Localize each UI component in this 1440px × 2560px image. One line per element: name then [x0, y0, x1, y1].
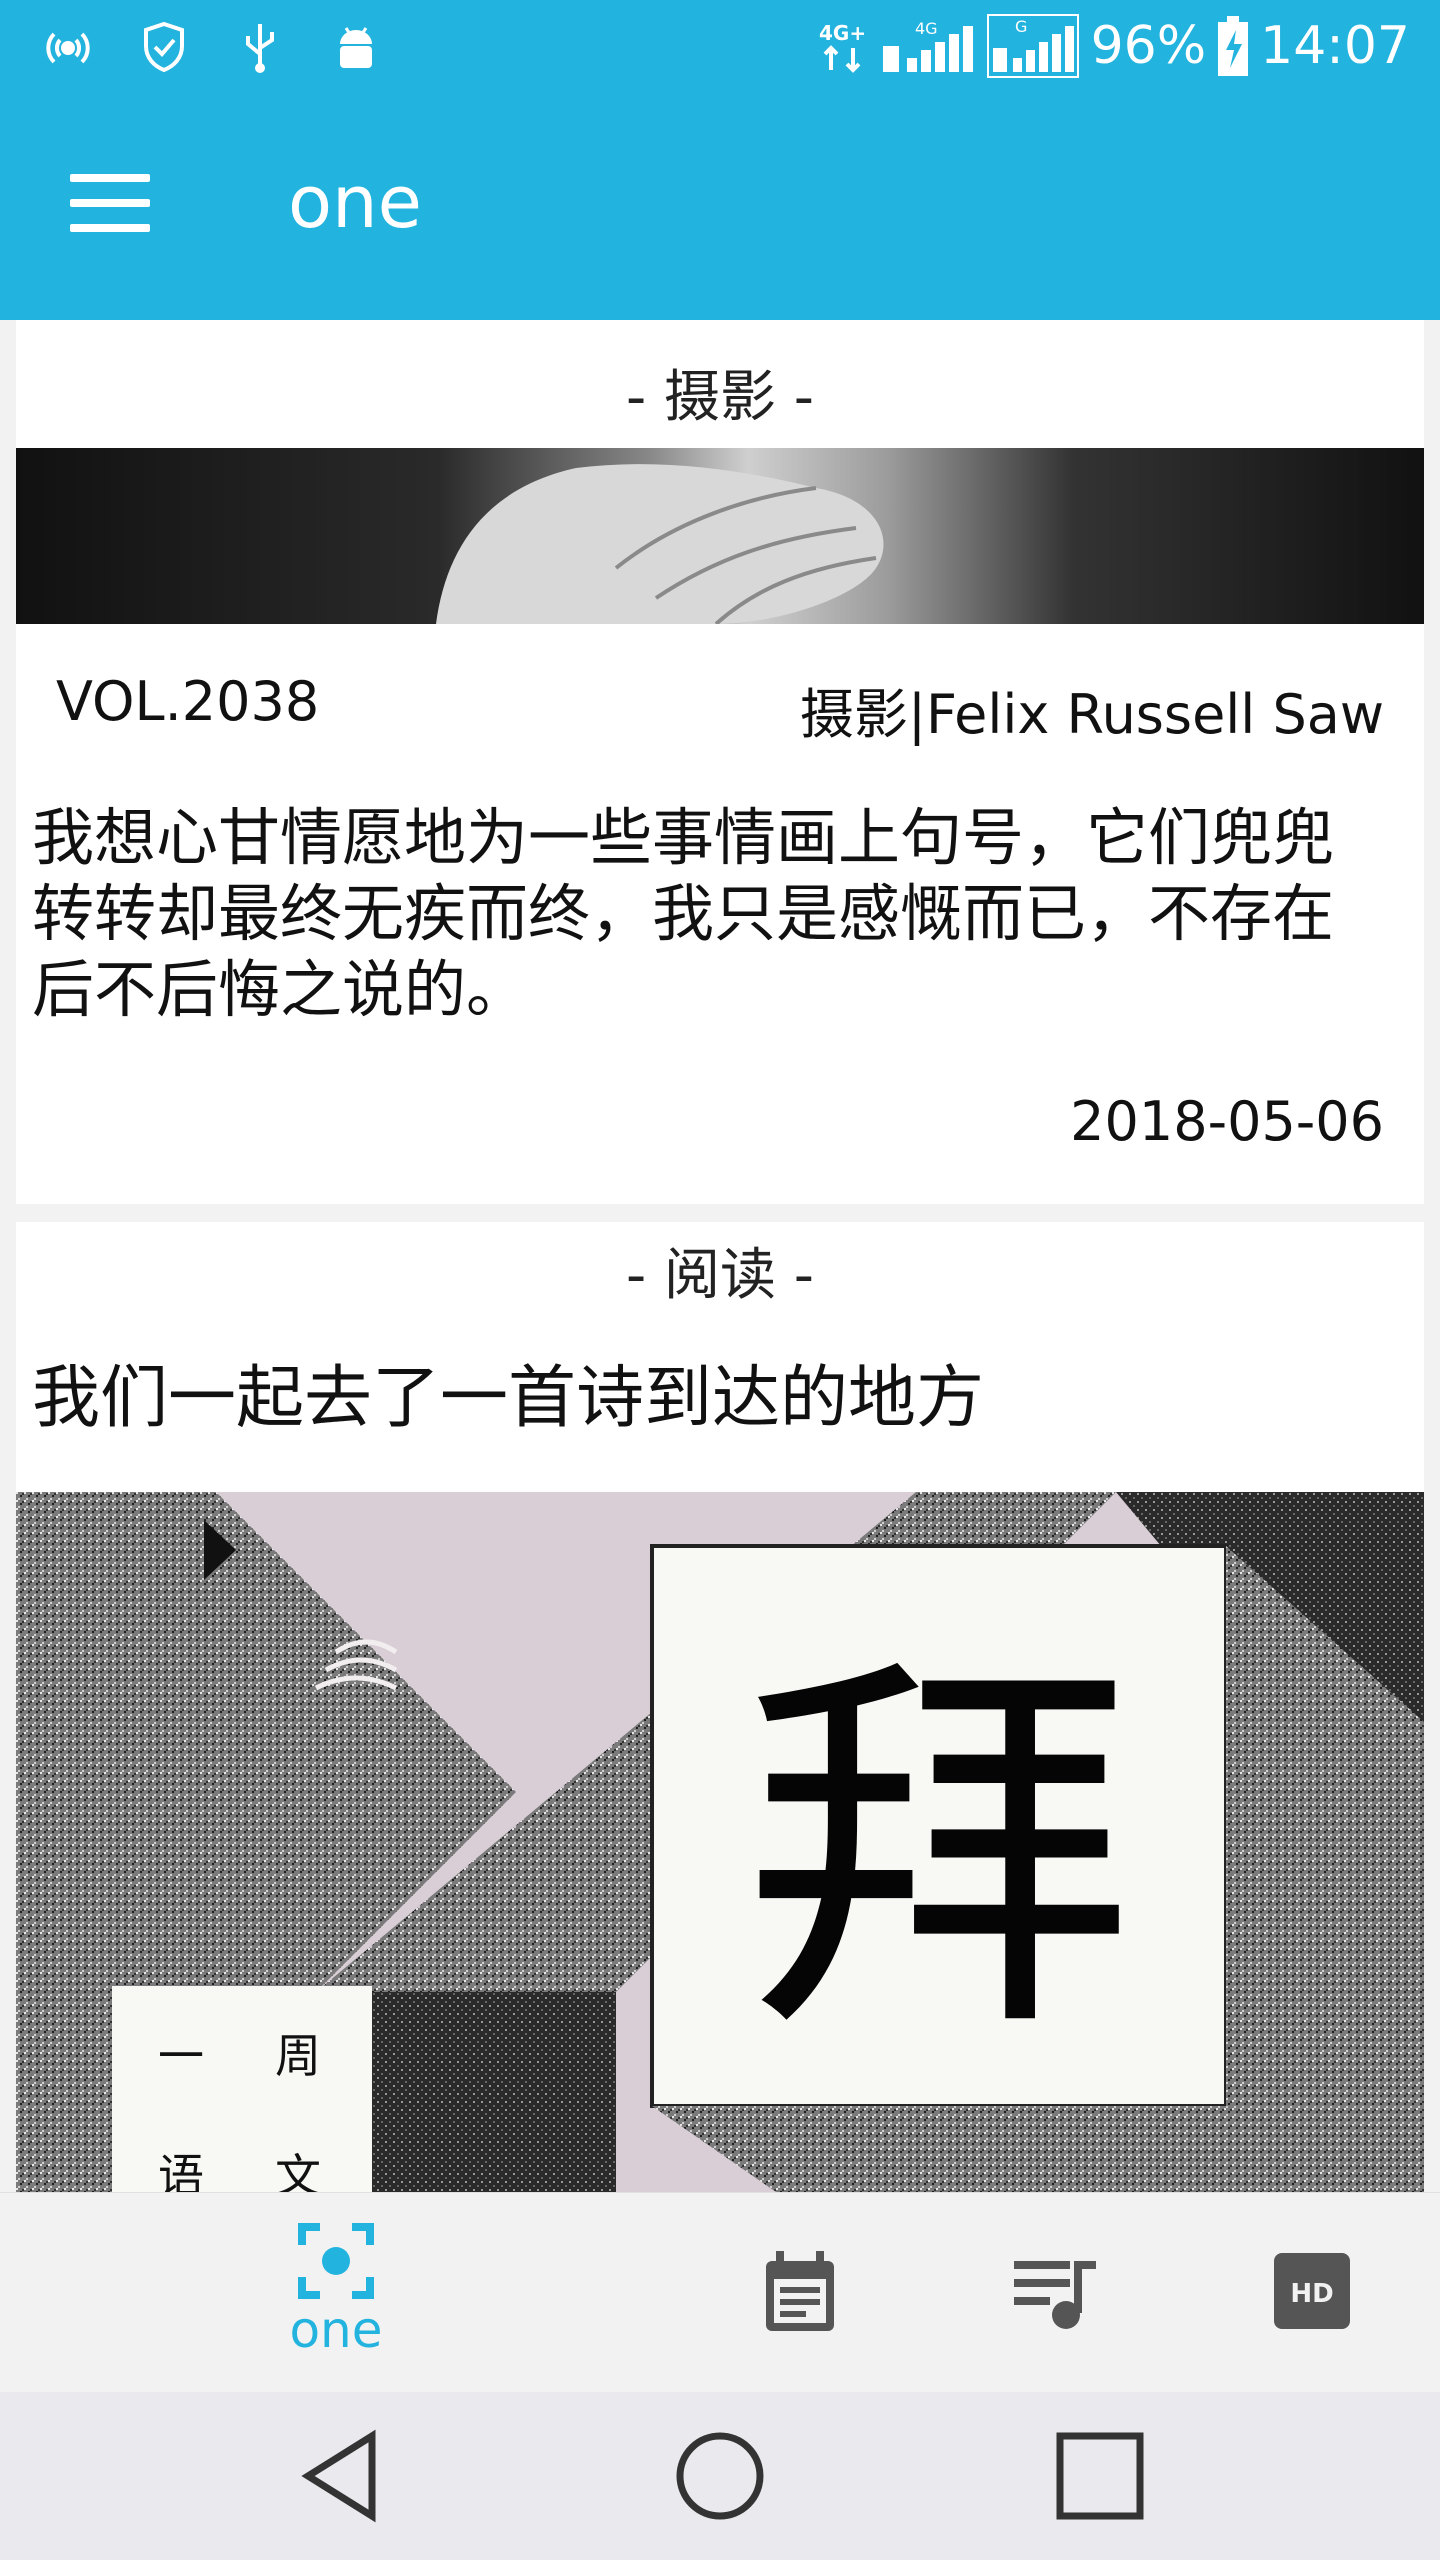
app-title: one	[288, 160, 422, 244]
hand-photo-graphic	[436, 464, 884, 624]
home-icon[interactable]	[670, 2426, 770, 2526]
volume-number: VOL.2038	[56, 670, 320, 733]
bottom-tab-bar: one HD	[0, 2192, 1440, 2393]
svg-text:4G: 4G	[915, 19, 938, 38]
svg-text:周: 周	[275, 2029, 321, 2083]
section-label-reading: - 阅读 -	[625, 1243, 814, 1308]
svg-text:G: G	[1015, 17, 1027, 36]
photo-card[interactable]: - 摄影 - VOL.2038 摄影|Felix Russell Saw 我想心…	[16, 320, 1424, 1204]
clock: 14:07	[1260, 16, 1410, 76]
reading-card[interactable]: - 阅读 - 我们一起去了一首诗到达的地方 拜 一 周 语 文	[16, 1222, 1424, 2192]
cover-big-character: 拜	[744, 1625, 1134, 2079]
svg-text:语: 语	[158, 2149, 204, 2192]
hd-icon: HD	[1274, 2253, 1350, 2329]
publish-date: 2018-05-06	[1070, 1090, 1384, 1153]
cover-artwork: 拜 一 周 语 文	[16, 1492, 1424, 2192]
signal-sim2-icon: G	[986, 14, 1079, 78]
battery-percent: 96%	[1090, 16, 1207, 76]
usb-icon	[246, 24, 274, 73]
photo-credit: 摄影|Felix Russell Saw	[799, 683, 1384, 746]
status-left-icons	[40, 18, 384, 74]
battery-charging-icon	[1218, 16, 1249, 76]
tab-one-label: one	[289, 2301, 383, 2359]
svg-text:一: 一	[158, 2029, 204, 2083]
tab-music[interactable]	[956, 2193, 1156, 2393]
android-debug-icon	[340, 27, 372, 68]
svg-text:HD: HD	[1290, 2279, 1333, 2309]
playlist-icon	[1014, 2261, 1096, 2329]
signal-sim1-icon: 4G	[882, 19, 973, 72]
section-label-photo: - 摄影 -	[625, 365, 814, 430]
tab-movie[interactable]: HD	[1212, 2193, 1412, 2393]
calendar-icon	[766, 2251, 834, 2331]
tab-calendar[interactable]	[700, 2193, 900, 2393]
recents-icon[interactable]	[1050, 2426, 1150, 2526]
status-right-icons: 4G+ 4G G 96% 14:07	[819, 14, 1410, 78]
svg-text:文: 文	[275, 2149, 321, 2192]
article-title[interactable]: 我们一起去了一首诗到达的地方	[32, 1342, 984, 1441]
system-navigation-bar	[0, 2392, 1440, 2560]
article-cover-image[interactable]: 拜 一 周 语 文	[16, 1492, 1424, 2192]
camera-focus-icon	[298, 2223, 374, 2299]
back-icon[interactable]	[290, 2426, 390, 2526]
status-bar: 4G+ 4G G 96% 14:07	[0, 0, 1440, 100]
photo-image[interactable]	[16, 448, 1424, 624]
shield-icon	[144, 21, 184, 73]
app-bar: one	[0, 100, 1440, 320]
tab-one[interactable]: one	[236, 2193, 436, 2393]
hamburger-menu-icon[interactable]	[70, 174, 150, 234]
daily-quote: 我想心甘情愿地为一些事情画上句号，它们兜兜转转却最终无疾而终，我只是感慨而已，不…	[32, 801, 1335, 1026]
4g-plus-data-icon: 4G+	[819, 21, 866, 73]
hotspot-icon	[46, 32, 90, 64]
svg-text:4G+: 4G+	[819, 21, 866, 45]
